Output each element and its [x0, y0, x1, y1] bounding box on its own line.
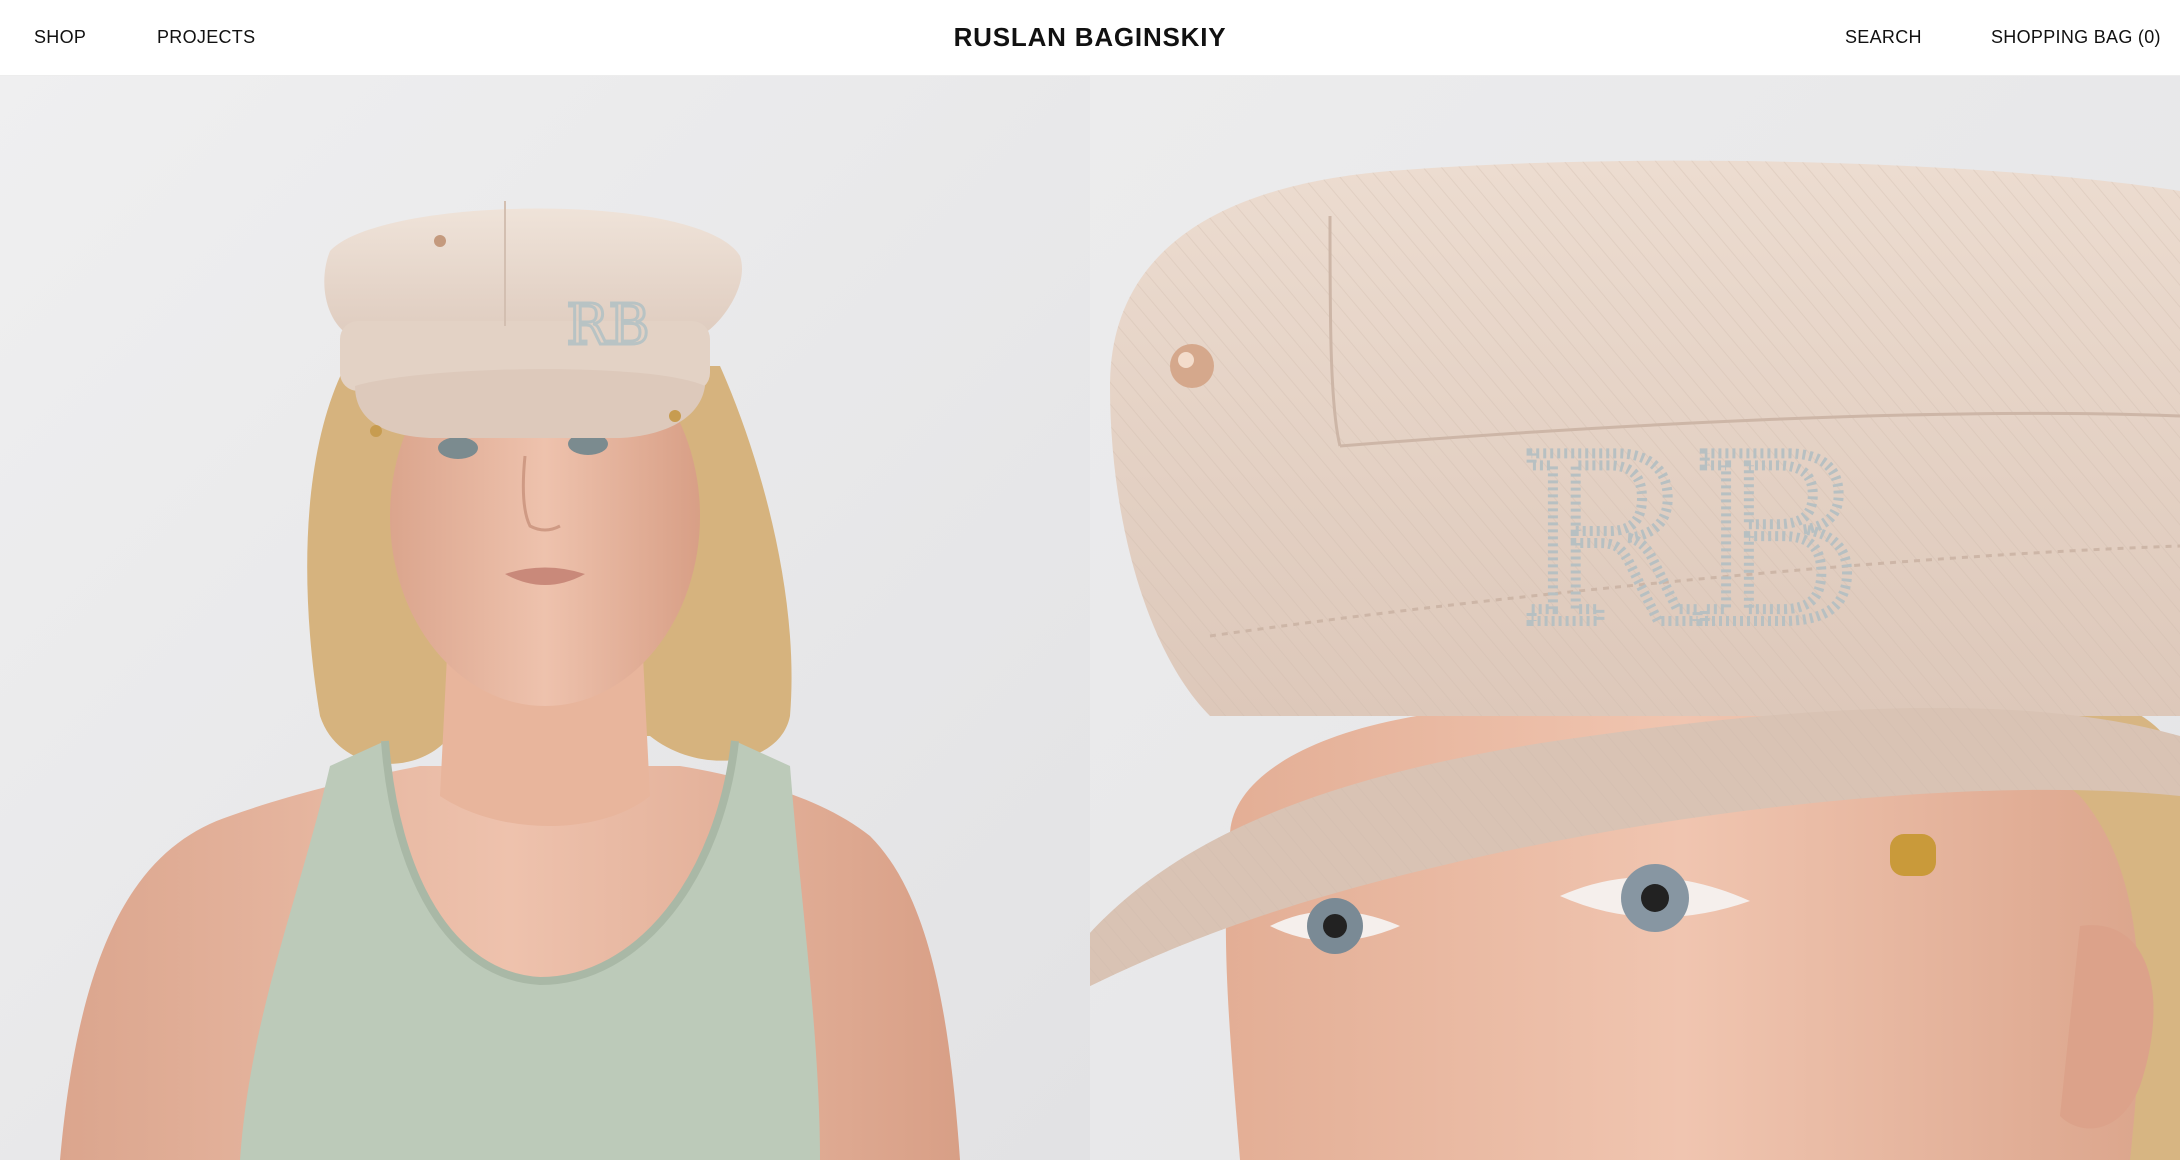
- hero-left-illustration: RB: [0, 76, 1090, 1160]
- cap-crown-shape: [324, 208, 742, 336]
- nav-search-link[interactable]: SEARCH: [1845, 27, 1922, 48]
- cap-monogram-left: RB: [566, 293, 649, 358]
- brand-logo[interactable]: RUSLAN BAGINSKIY: [954, 22, 1227, 52]
- hero-image-left[interactable]: RB: [0, 76, 1090, 1160]
- hero-banner[interactable]: RB RB: [0, 76, 2180, 1160]
- cap-visor-shape: [355, 369, 705, 438]
- nav-shop-link[interactable]: SHOP: [34, 27, 86, 48]
- rivet-icon: [1170, 344, 1214, 388]
- shopping-bag-link[interactable]: SHOPPING BAG (0): [1991, 27, 2161, 48]
- cap-monogram-right: RB: [1519, 409, 1861, 676]
- hero-right-illustration: RB: [1090, 76, 2180, 1160]
- site-header: SHOP PROJECTS RUSLAN BAGINSKIY SEARCH SH…: [0, 0, 2180, 76]
- nav-projects-link[interactable]: PROJECTS: [157, 27, 255, 48]
- hero-image-right[interactable]: RB: [1090, 76, 2180, 1160]
